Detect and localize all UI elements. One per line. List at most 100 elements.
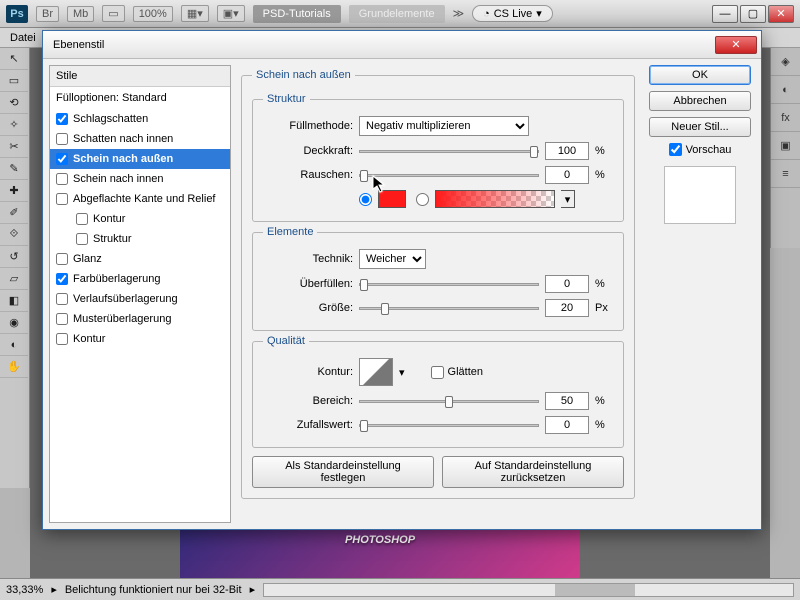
dialog-close-button[interactable]: ✕ <box>715 36 757 54</box>
rauschen-field[interactable]: 0 <box>545 166 589 184</box>
style-kontur[interactable]: Kontur <box>50 329 230 349</box>
styles-header[interactable]: Stile <box>50 66 230 87</box>
adjust-panel-icon[interactable]: ◐ <box>771 76 800 104</box>
style-schein-aussen-check[interactable] <box>56 153 68 165</box>
wand-tool-icon[interactable]: ✧ <box>0 114 28 136</box>
blur-tool-icon[interactable]: ◉ <box>0 312 28 334</box>
styles-list: Stile Fülloptionen: Standard Schlagschat… <box>49 65 231 523</box>
reset-default-button[interactable]: Auf Standardeinstellung zurücksetzen <box>442 456 624 488</box>
ueberf-slider[interactable] <box>359 283 539 286</box>
stamp-tool-icon[interactable]: ⟐ <box>0 224 28 246</box>
new-style-button[interactable]: Neuer Stil... <box>649 117 751 137</box>
rauschen-label: Rauschen: <box>263 169 353 181</box>
style-struktur-sub-check[interactable] <box>76 233 88 245</box>
glaetten-check-row[interactable]: Glätten <box>431 366 521 379</box>
style-glanz-check[interactable] <box>56 253 68 265</box>
style-schein-innen-check[interactable] <box>56 173 68 185</box>
h-scrollbar[interactable] <box>263 583 794 597</box>
menu-file[interactable]: Datei <box>10 32 36 44</box>
ueberf-field[interactable]: 0 <box>545 275 589 293</box>
layers-panel-icon[interactable]: ◈ <box>771 48 800 76</box>
groesse-slider[interactable] <box>359 307 539 310</box>
set-default-button[interactable]: Als Standardeinstellung festlegen <box>252 456 434 488</box>
style-musterueber-check[interactable] <box>56 313 68 325</box>
bereich-slider[interactable] <box>359 400 539 403</box>
move-tool-icon[interactable]: ↖ <box>0 48 28 70</box>
style-farbueber[interactable]: Farbüberlagerung <box>50 269 230 289</box>
glaetten-check[interactable] <box>431 366 444 379</box>
arrange-button[interactable]: ▦▾ <box>181 5 209 22</box>
style-kontur-sub-check[interactable] <box>76 213 88 225</box>
style-verlaufueber[interactable]: Verlaufsüberlagerung <box>50 289 230 309</box>
rauschen-slider[interactable] <box>359 174 539 177</box>
style-farbueber-check[interactable] <box>56 273 68 285</box>
minibridge-button[interactable]: Mb <box>67 6 94 22</box>
channels-panel-icon[interactable]: ≡ <box>771 160 800 188</box>
style-schlagschatten-check[interactable] <box>56 113 68 125</box>
fuellmethode-select[interactable]: Negativ multiplizieren <box>359 116 529 136</box>
zufall-field[interactable]: 0 <box>545 416 589 434</box>
style-abgeflacht-check[interactable] <box>56 193 68 205</box>
cancel-button[interactable]: Abbrechen <box>649 91 751 111</box>
brush-tool-icon[interactable]: ✐ <box>0 202 28 224</box>
preview-check-row[interactable]: Vorschau <box>649 143 751 156</box>
style-schein-aussen[interactable]: Schein nach außen <box>50 149 230 169</box>
ok-button[interactable]: OK <box>649 65 751 85</box>
deckkraft-slider[interactable] <box>359 150 539 153</box>
technik-label: Technik: <box>263 253 353 265</box>
bereich-field[interactable]: 50 <box>545 392 589 410</box>
masks-panel-icon[interactable]: ▣ <box>771 132 800 160</box>
eyedropper-tool-icon[interactable]: ✎ <box>0 158 28 180</box>
eraser-tool-icon[interactable]: ▱ <box>0 268 28 290</box>
style-kontur-sub[interactable]: Kontur <box>50 209 230 229</box>
minimize-button[interactable]: — <box>712 5 738 23</box>
styles-panel-icon[interactable]: fx <box>771 104 800 132</box>
screen-button[interactable]: ▭ <box>102 5 124 22</box>
style-musterueber[interactable]: Musterüberlagerung <box>50 309 230 329</box>
style-schatten-innen[interactable]: Schatten nach innen <box>50 129 230 149</box>
more-tabs[interactable]: ≫ <box>453 7 465 20</box>
maximize-button[interactable]: ▢ <box>740 5 766 23</box>
bridge-button[interactable]: Br <box>36 6 59 22</box>
crop-tool-icon[interactable]: ✂ <box>0 136 28 158</box>
status-message: Belichtung funktioniert nur bei 32-Bit <box>65 584 242 596</box>
gradient-radio[interactable] <box>416 193 429 206</box>
preview-check[interactable] <box>669 143 682 156</box>
heal-tool-icon[interactable]: ✚ <box>0 180 28 202</box>
dialog-titlebar[interactable]: Ebenenstil ✕ <box>43 31 761 59</box>
doc-tab-active[interactable]: PSD-Tutorials <box>253 5 341 23</box>
hand-tool-icon[interactable]: ✋ <box>0 356 28 378</box>
style-verlaufueber-check[interactable] <box>56 293 68 305</box>
style-schatten-innen-check[interactable] <box>56 133 68 145</box>
status-zoom[interactable]: 33,33% <box>6 584 43 596</box>
marquee-tool-icon[interactable]: ▭ <box>0 70 28 92</box>
zoom-combo[interactable]: 100% <box>133 6 173 22</box>
groesse-field[interactable]: 20 <box>545 299 589 317</box>
deckkraft-label: Deckkraft: <box>263 145 353 157</box>
zufall-slider[interactable] <box>359 424 539 427</box>
lasso-tool-icon[interactable]: ⟲ <box>0 92 28 114</box>
cs-live-button[interactable]: ◔CS Live▾ <box>472 5 553 22</box>
color-radio[interactable] <box>359 193 372 206</box>
fill-options-row[interactable]: Fülloptionen: Standard <box>50 87 230 109</box>
color-swatch[interactable] <box>378 190 406 208</box>
app-close-button[interactable]: ✕ <box>768 5 794 23</box>
gradient-swatch[interactable] <box>435 190 555 208</box>
style-glanz[interactable]: Glanz <box>50 249 230 269</box>
struktur-legend: Struktur <box>263 93 310 105</box>
gradient-dropdown[interactable]: ▾ <box>561 190 575 208</box>
dodge-tool-icon[interactable]: ◐ <box>0 334 28 356</box>
style-schlagschatten[interactable]: Schlagschatten <box>50 109 230 129</box>
style-schein-innen[interactable]: Schein nach innen <box>50 169 230 189</box>
style-struktur-sub[interactable]: Struktur <box>50 229 230 249</box>
screenmode-button[interactable]: ▣▾ <box>217 5 245 22</box>
history-tool-icon[interactable]: ↺ <box>0 246 28 268</box>
doc-tab-inactive[interactable]: Grundelemente <box>349 5 445 23</box>
kontur-picker[interactable] <box>359 358 393 386</box>
deckkraft-field[interactable]: 100 <box>545 142 589 160</box>
style-abgeflacht[interactable]: Abgeflachte Kante und Relief <box>50 189 230 209</box>
technik-select[interactable]: Weicher <box>359 249 426 269</box>
gradient-tool-icon[interactable]: ◧ <box>0 290 28 312</box>
style-kontur-check[interactable] <box>56 333 68 345</box>
kontur-dropdown-icon[interactable]: ▾ <box>399 366 405 379</box>
